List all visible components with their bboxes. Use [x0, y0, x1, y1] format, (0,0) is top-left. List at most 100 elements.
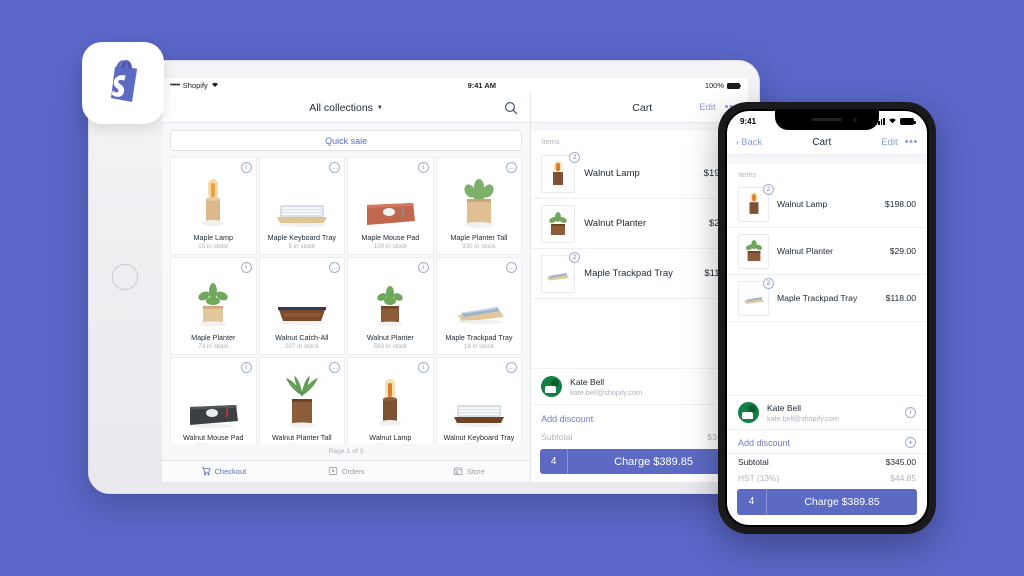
subtotal-row: Subtotal $345.00	[727, 453, 927, 470]
product-info-badge[interactable]: …	[506, 162, 518, 173]
product-name: Maple Lamp	[193, 233, 234, 242]
product-info-badge[interactable]: …	[329, 362, 341, 373]
cart-item-name: Walnut Lamp	[777, 199, 828, 209]
product-info-badge[interactable]: i	[240, 262, 252, 273]
cart-item-row[interactable]: 2 Walnut Lamp $198.00	[531, 149, 748, 199]
info-icon[interactable]: i	[905, 407, 916, 418]
tab-checkout[interactable]: Checkout	[162, 466, 285, 478]
wifi-icon	[888, 117, 897, 126]
cart-item-row[interactable]: 2 Maple Trackpad Tray $118.00	[727, 275, 927, 322]
product-name: Walnut Mouse Pad	[183, 433, 244, 442]
tablet-home-button[interactable]	[112, 264, 138, 290]
cart-edit-button[interactable]: Edit	[699, 102, 715, 113]
cart-item-price: $29.00	[889, 246, 916, 256]
back-label: Back	[741, 137, 763, 148]
product-card[interactable]: i Walnut Mouse Pad	[170, 357, 257, 444]
tablet-screen: ••••• Shopify 9:41 AM 100% All collectio…	[162, 78, 748, 482]
battery-icon	[900, 117, 916, 125]
product-stock: 399 in stock	[173, 443, 254, 444]
tab-orders-label: Orders	[341, 467, 365, 476]
product-card[interactable]: i Maple Lamp 15 in stock	[170, 157, 257, 255]
product-image: i	[348, 158, 433, 233]
customer-row[interactable]: Kate Bell kate.bell@shopify.com i	[531, 368, 748, 405]
catalog-pane: All collections ▼ Quick sale i Maple Lam…	[162, 93, 532, 482]
product-card[interactable]: i	[347, 257, 434, 355]
subtotal-label: Subtotal	[541, 432, 573, 442]
product-info-badge[interactable]: i	[417, 162, 429, 173]
tab-store[interactable]: Store	[407, 466, 530, 478]
avatar	[541, 376, 563, 397]
product-stock: 930 in stock	[462, 243, 496, 250]
product-info-badge[interactable]: i	[417, 362, 429, 373]
product-meta: Maple Lamp 15 in stock	[171, 233, 256, 254]
cart-item-row[interactable]: 2 Maple Trackpad Tray $118.00	[531, 249, 748, 299]
product-info-badge[interactable]: …	[329, 262, 341, 273]
product-card[interactable]: …	[435, 157, 523, 255]
product-name: Walnut Catch-All	[275, 333, 329, 342]
quick-sale-button[interactable]: Quick sale	[170, 130, 523, 151]
subtotal-label: Subtotal	[738, 457, 769, 467]
product-info-badge[interactable]: …	[506, 362, 518, 373]
back-button[interactable]: ‹ Back	[736, 137, 762, 148]
collection-selector[interactable]: All collections ▼	[309, 102, 383, 114]
cart-item-row[interactable]: Walnut Planter $29.00	[727, 228, 927, 275]
product-meta: Walnut Planter Tall 48 in stock	[260, 433, 345, 444]
phone-edit-button[interactable]: Edit	[881, 137, 897, 148]
collection-title: All collections	[309, 101, 373, 114]
tablet-status-bar: ••••• Shopify 9:41 AM 100%	[162, 78, 748, 93]
customer-row[interactable]: Kate Bell kate.bell@shopify.com i	[727, 395, 927, 430]
product-image: i	[171, 158, 256, 233]
ellipsis-icon[interactable]: •••	[905, 137, 918, 147]
product-meta: Walnut Keyboard Tray 93 in stock	[437, 433, 522, 444]
cart-item-name: Walnut Planter	[584, 218, 647, 229]
cart-item-price: $198.00	[884, 199, 916, 209]
product-info-badge[interactable]: …	[329, 162, 341, 173]
add-discount-row[interactable]: Add discount +	[531, 405, 748, 430]
product-card[interactable]: … Maple Trackpad Tray 18 in stock	[435, 257, 523, 355]
tax-row: HST (13%) $44.85	[727, 470, 927, 489]
product-card[interactable]: … Walnut Catch-All 207 in stock	[258, 257, 346, 355]
product-name: Walnut Keyboard Tray	[443, 433, 515, 442]
chevron-down-icon: ▼	[376, 104, 383, 111]
cart-header: Cart Edit •••	[531, 93, 748, 123]
product-name: Walnut Planter	[366, 333, 414, 342]
phone-bezel: 9:41 ‹ Back Cart Edit ••• Items 2 Walnut…	[725, 109, 929, 527]
plus-circle-icon[interactable]: +	[905, 437, 916, 448]
signal-bars-icon	[875, 117, 885, 125]
search-icon[interactable]	[504, 101, 518, 115]
product-card[interactable]: i Walnut Lamp	[347, 357, 434, 444]
product-info-badge[interactable]: i	[240, 162, 252, 173]
phone-nav-title: Cart	[812, 137, 832, 148]
cart-icon	[201, 466, 211, 478]
product-stock: 593 in stock	[373, 343, 408, 350]
tab-store-label: Store	[466, 467, 485, 476]
product-card[interactable]: …	[435, 357, 523, 444]
shopify-bag-icon	[96, 54, 150, 113]
product-info-badge[interactable]: i	[417, 262, 429, 273]
product-info-badge[interactable]: i	[240, 362, 252, 373]
product-stock: 5 in stock	[288, 243, 316, 250]
product-meta: Maple Keyboard Tray 5 in stock	[260, 233, 345, 254]
customer-email: kate.bell@shopify.com	[570, 387, 643, 397]
subtotal-value: $345.00	[885, 457, 916, 467]
product-card[interactable]: …	[258, 357, 346, 444]
cart-pane: Cart Edit ••• Items 2	[531, 93, 748, 482]
product-card[interactable]: i	[170, 257, 257, 355]
shopify-app-logo	[82, 42, 164, 124]
cart-item-name: Walnut Lamp	[584, 168, 640, 179]
battery-icon	[727, 82, 742, 89]
product-name: Maple Mouse Pad	[361, 233, 420, 242]
charge-quantity: 4	[540, 449, 569, 474]
tab-orders[interactable]: Orders	[285, 466, 408, 478]
cart-item-thumbnail: 2	[541, 151, 581, 193]
product-info-badge[interactable]: …	[506, 262, 518, 273]
charge-button[interactable]: 4 Charge $389.85	[540, 449, 739, 474]
charge-button[interactable]: 4 Charge $389.85	[737, 489, 917, 515]
product-card[interactable]: i Maple Mouse Pad 100 in stock	[347, 157, 434, 255]
cart-item-row[interactable]: 2 Walnut Lamp $198.00	[727, 181, 927, 228]
add-discount-label: Add discount	[738, 437, 791, 448]
cart-item-row[interactable]: Walnut Planter $29.00	[531, 199, 748, 249]
add-discount-row[interactable]: Add discount +	[727, 430, 927, 453]
charge-label: Charge $389.85	[614, 455, 694, 468]
product-card[interactable]: …	[258, 157, 346, 255]
